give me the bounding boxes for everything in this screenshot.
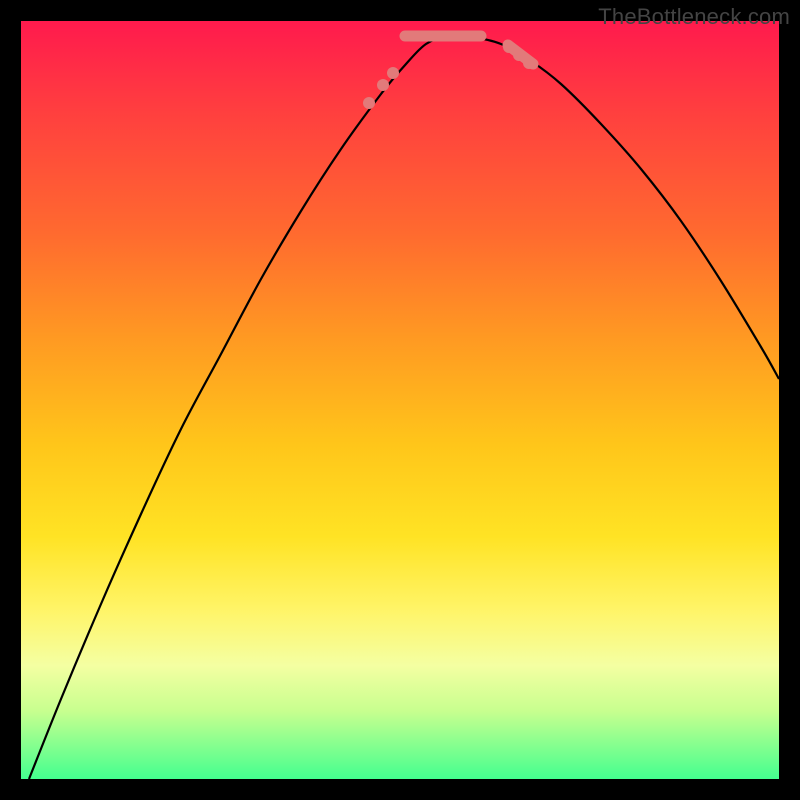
marker-segment — [508, 45, 533, 64]
curve-markers — [363, 36, 535, 109]
bottleneck-curve — [29, 36, 779, 779]
bottleneck-chart — [21, 21, 779, 779]
marker-dot — [377, 79, 389, 91]
watermark-text: TheBottleneck.com — [598, 4, 790, 30]
chart-area — [21, 21, 779, 779]
marker-dot — [387, 67, 399, 79]
marker-dot — [363, 97, 375, 109]
